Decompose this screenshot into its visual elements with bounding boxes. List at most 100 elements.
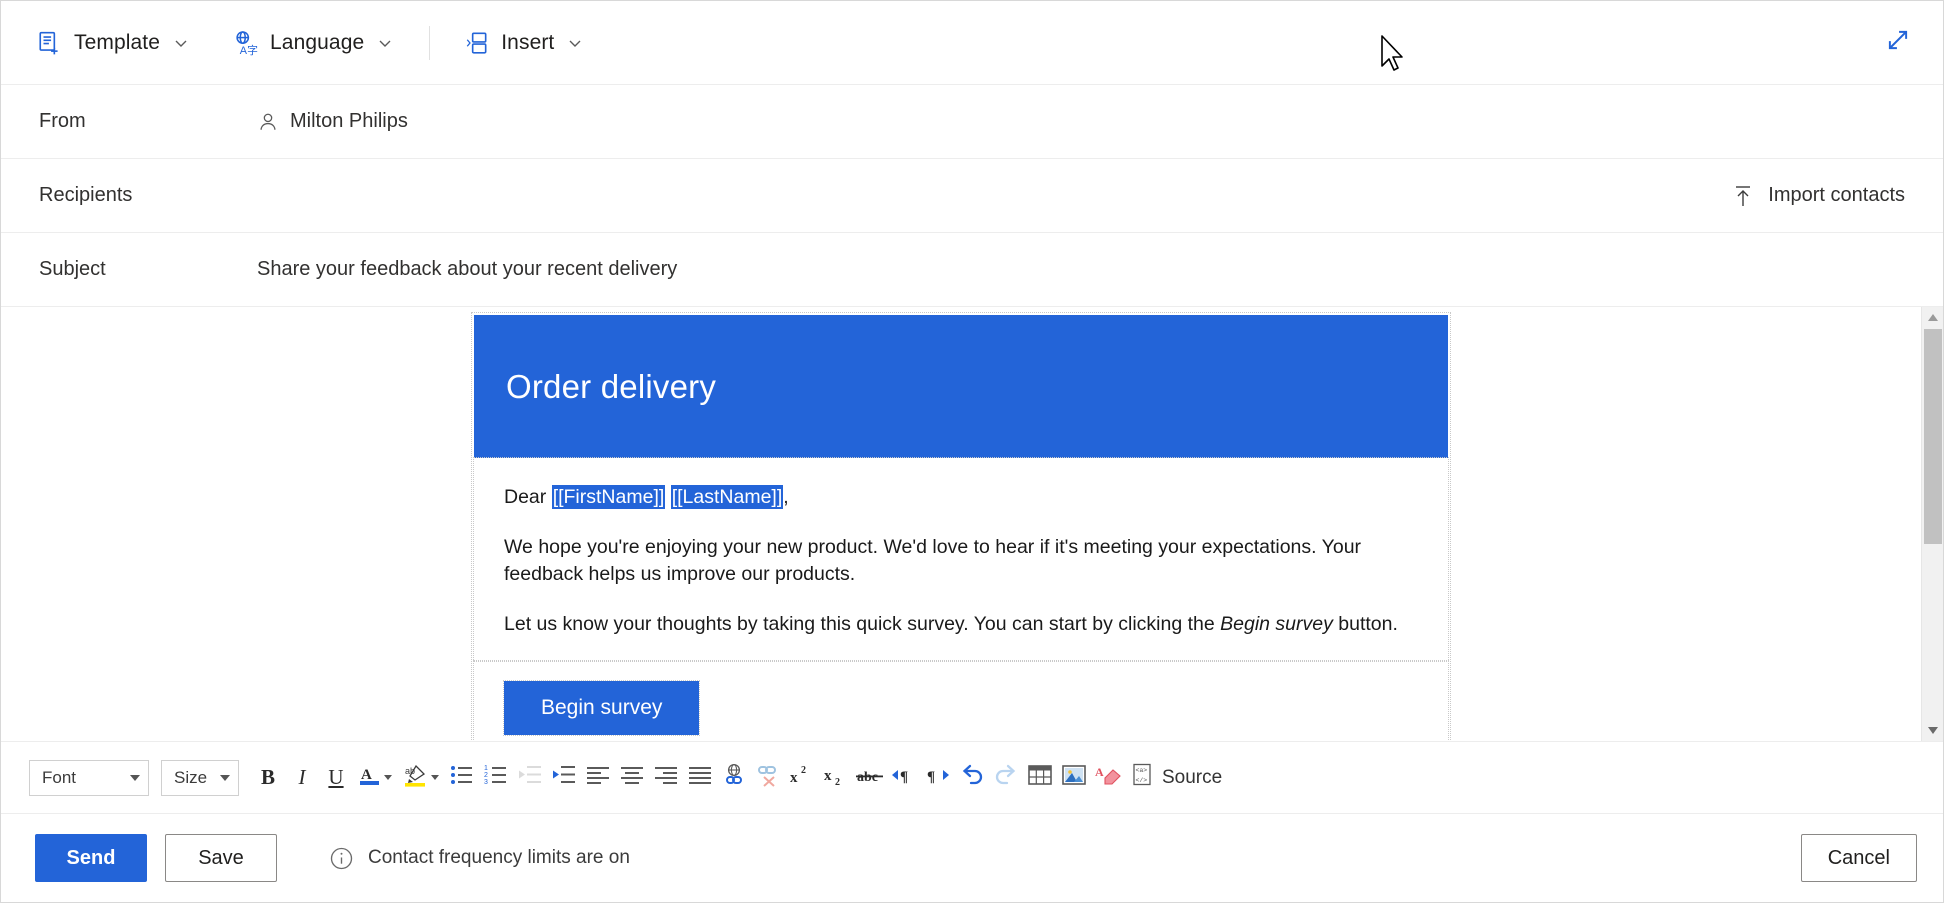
svg-text:2: 2 xyxy=(801,765,806,776)
align-left-icon xyxy=(586,765,610,790)
import-contacts-label: Import contacts xyxy=(1768,184,1905,207)
email-greeting: Dear [[FirstName]] [[LastName]], xyxy=(504,484,1418,510)
email-outer-table: Order delivery Dear [[FirstName]] [[Last… xyxy=(472,313,1450,741)
italic-button[interactable]: I xyxy=(285,759,319,797)
import-contacts-button[interactable]: Import contacts xyxy=(1720,174,1917,218)
insert-table-icon xyxy=(1028,764,1052,791)
template-menu-button[interactable]: Template xyxy=(27,19,199,67)
upload-icon xyxy=(1732,183,1754,209)
increase-indent-icon xyxy=(552,764,576,791)
greeting-prefix: Dear xyxy=(504,486,552,508)
insert-image-button[interactable] xyxy=(1057,759,1091,797)
rtl-direction-button[interactable]: ¶ xyxy=(921,759,955,797)
chevron-down-icon xyxy=(377,35,393,51)
undo-button[interactable] xyxy=(955,759,989,797)
svg-text:A: A xyxy=(1095,765,1104,779)
svg-text:3: 3 xyxy=(484,779,488,786)
underline-icon: U xyxy=(328,765,343,790)
numbered-list-button[interactable]: 1 2 3 xyxy=(479,759,513,797)
svg-text:2: 2 xyxy=(835,777,840,786)
highlight-color-icon: ab xyxy=(404,763,428,792)
scroll-up-arrow-icon[interactable] xyxy=(1922,307,1944,329)
email-hero-banner[interactable]: Order delivery xyxy=(474,315,1448,458)
svg-text:字: 字 xyxy=(247,42,258,55)
body-scrollbar[interactable] xyxy=(1921,307,1943,741)
font-size-select[interactable]: Size xyxy=(161,760,239,796)
redo-button[interactable] xyxy=(989,759,1023,797)
numbered-list-icon: 1 2 3 xyxy=(484,764,508,791)
email-canvas-wrapper: Order delivery Dear [[FirstName]] [[Last… xyxy=(1,307,1943,742)
align-left-button[interactable] xyxy=(581,759,615,797)
subject-label: Subject xyxy=(39,258,257,281)
font-family-select[interactable]: Font xyxy=(29,760,149,796)
align-right-button[interactable] xyxy=(649,759,683,797)
increase-indent-button[interactable] xyxy=(547,759,581,797)
insert-menu-button[interactable]: Insert xyxy=(454,19,593,67)
svg-text:x: x xyxy=(824,768,832,784)
unlink-button[interactable] xyxy=(751,759,785,797)
subject-input[interactable]: Share your feedback about your recent de… xyxy=(257,258,677,281)
align-justify-button[interactable] xyxy=(683,759,717,797)
text-style-group: B I U xyxy=(251,759,353,797)
token-last-name[interactable]: [[LastName]] xyxy=(671,485,784,509)
from-value[interactable]: Milton Philips xyxy=(257,110,408,133)
insert-table-button[interactable] xyxy=(1023,759,1057,797)
strikethrough-button[interactable]: abc xyxy=(853,759,887,797)
underline-button[interactable]: U xyxy=(319,759,353,797)
email-paragraph-1: We hope you're enjoying your new product… xyxy=(504,534,1418,587)
redo-icon xyxy=(993,763,1019,792)
email-composer-window: Template A 字 Language xyxy=(0,0,1944,903)
send-button[interactable]: Send xyxy=(35,834,147,882)
recipients-row: Recipients Import contacts xyxy=(1,159,1943,233)
email-template: Order delivery Dear [[FirstName]] [[Last… xyxy=(472,313,1450,741)
subscript-button[interactable]: x 2 xyxy=(819,759,853,797)
highlight-color-button[interactable]: ab xyxy=(398,759,445,797)
from-row: From Milton Philips xyxy=(1,85,1943,159)
email-paragraph-2: Let us know your thoughts by taking this… xyxy=(504,611,1418,637)
save-button[interactable]: Save xyxy=(165,834,277,882)
cancel-button-wrapper: Cancel xyxy=(1801,834,1917,882)
decrease-indent-button[interactable] xyxy=(513,759,547,797)
bulleted-list-button[interactable] xyxy=(445,759,479,797)
scroll-down-arrow-icon[interactable] xyxy=(1922,719,1944,741)
svg-text:</>: </> xyxy=(1136,777,1148,784)
chevron-down-icon xyxy=(431,775,439,780)
bold-button[interactable]: B xyxy=(251,759,285,797)
svg-text:2: 2 xyxy=(484,772,488,779)
language-menu-button[interactable]: A 字 Language xyxy=(223,19,403,67)
svg-text:x: x xyxy=(790,770,798,786)
rtl-direction-icon: ¶ xyxy=(925,764,951,791)
email-canvas[interactable]: Order delivery Dear [[FirstName]] [[Last… xyxy=(1,307,1921,741)
subject-row: Subject Share your feedback about your r… xyxy=(1,233,1943,307)
from-name-text: Milton Philips xyxy=(290,110,408,133)
svg-text:¶: ¶ xyxy=(927,769,935,785)
cancel-button[interactable]: Cancel xyxy=(1801,834,1917,882)
source-button[interactable]: <a> </> Source xyxy=(1125,759,1228,797)
insert-link-button[interactable] xyxy=(717,759,751,797)
person-icon xyxy=(257,111,279,133)
align-right-icon xyxy=(654,765,678,790)
text-color-button[interactable]: A xyxy=(353,759,398,797)
token-first-name[interactable]: [[FirstName]] xyxy=(552,485,666,509)
align-center-button[interactable] xyxy=(615,759,649,797)
expand-button[interactable] xyxy=(1879,24,1917,62)
email-body-cell[interactable]: Dear [[FirstName]] [[LastName]], We hope… xyxy=(474,458,1448,661)
font-size-value: Size xyxy=(174,768,207,788)
svg-text:abc: abc xyxy=(857,770,878,785)
begin-survey-button[interactable]: Begin survey xyxy=(504,681,699,735)
remove-format-button[interactable]: A xyxy=(1091,759,1125,797)
paragraph-2-suffix: button. xyxy=(1333,613,1398,635)
contact-frequency-notice-text: Contact frequency limits are on xyxy=(368,847,630,869)
command-bar: Template A 字 Language xyxy=(1,1,1943,85)
source-button-label: Source xyxy=(1162,767,1222,789)
formatting-toolbar: Font Size B I U A xyxy=(1,742,1943,814)
action-bar: Send Save Contact frequency limits are o… xyxy=(1,814,1943,902)
scrollbar-thumb[interactable] xyxy=(1924,329,1942,544)
insert-icon xyxy=(464,30,490,56)
ltr-direction-button[interactable]: ¶ xyxy=(887,759,921,797)
paragraph-2-prefix: Let us know your thoughts by taking this… xyxy=(504,613,1220,635)
insert-link-icon xyxy=(722,763,746,792)
superscript-button[interactable]: x 2 xyxy=(785,759,819,797)
scrollbar-track[interactable] xyxy=(1922,329,1944,719)
toolbar-divider xyxy=(429,26,430,60)
